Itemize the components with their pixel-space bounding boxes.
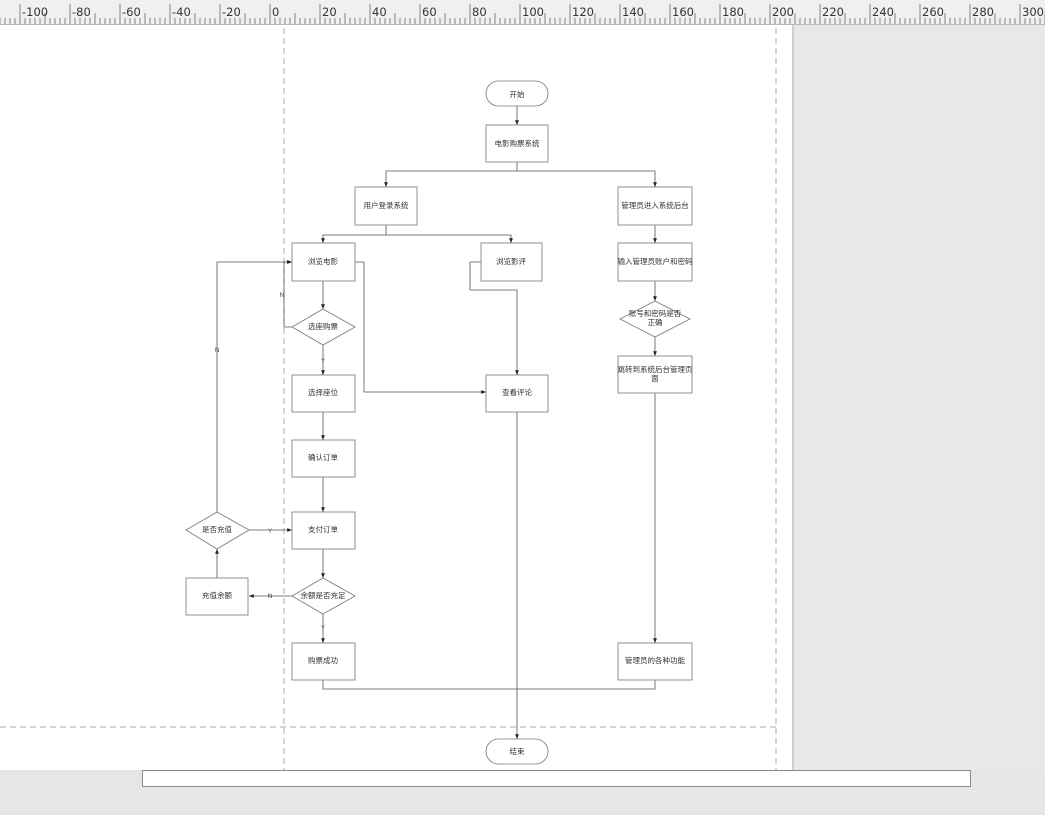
- node-pay-order[interactable]: 支付订单: [291, 511, 356, 550]
- node-label: 充值余额: [202, 590, 232, 600]
- edge-browse-comments: [355, 261, 486, 394]
- ruler-label: 240: [872, 5, 894, 19]
- ruler-label: 300: [1022, 5, 1044, 19]
- node-label: 管理员的各种功能: [625, 655, 685, 665]
- node-label-line-1: 账号和密码是否: [629, 308, 682, 318]
- node-label: 购票成功: [308, 655, 338, 665]
- ruler-label: 140: [622, 5, 644, 19]
- ruler-label: 280: [972, 5, 994, 19]
- node-label: 开始: [510, 89, 525, 99]
- node-label: 是否充值: [202, 524, 232, 534]
- ruler-label: 40: [372, 5, 387, 19]
- page-edge: [792, 25, 794, 770]
- node-label-line-1: 跳转到系统后台管理页: [618, 364, 693, 374]
- ruler-label: -80: [72, 5, 91, 19]
- node-label: 管理员进入系统后台: [621, 200, 689, 210]
- node-label-line-2: 正确: [648, 317, 663, 327]
- node-select-seat[interactable]: 选择座位: [291, 374, 356, 413]
- node-end[interactable]: 结束: [485, 738, 549, 765]
- ruler-label: 220: [822, 5, 844, 19]
- node-confirm-order[interactable]: 确认订单: [291, 439, 356, 478]
- node-label: 选择座位: [308, 387, 338, 397]
- edge-label-balance-no: N: [268, 592, 273, 600]
- node-label: 用户登录系统: [364, 200, 409, 210]
- node-balance-check[interactable]: 余额是否充足: [291, 577, 356, 615]
- node-recharge-question[interactable]: 是否充值: [185, 511, 250, 550]
- node-label: 查看评论: [502, 387, 532, 397]
- ruler-ticks: -100 -80 -60 -40 -20 0 20 40 60 80 100 120 140 160 180…: [0, 4, 1045, 24]
- node-label: 支付订单: [308, 524, 338, 534]
- node-account-check[interactable]: 账号和密码是否 正确: [619, 300, 691, 338]
- ruler-label: -100: [22, 5, 48, 19]
- node-label: 浏览电影: [308, 256, 338, 266]
- ruler-label: 120: [572, 5, 594, 19]
- node-label-line-2: 面: [651, 374, 659, 383]
- ruler-label: 80: [472, 5, 487, 19]
- ruler-label: -40: [172, 5, 191, 19]
- node-label: 电影购票系统: [495, 138, 540, 148]
- node-purchase-success[interactable]: 购票成功: [291, 642, 356, 681]
- edge-label-recharge-yes: Y: [267, 527, 272, 535]
- node-label: 确认订单: [308, 452, 338, 462]
- ruler-label: 20: [322, 5, 337, 19]
- ruler-label: 260: [922, 5, 944, 19]
- node-admin-input[interactable]: 输入管理员账户和密码: [618, 242, 693, 282]
- edge-label-recharge-no: N: [215, 346, 220, 354]
- ruler-label: 0: [272, 5, 279, 19]
- node-label: 结束: [510, 746, 525, 756]
- ruler-label: -60: [122, 5, 141, 19]
- horizontal-scrollbar[interactable]: [0, 770, 1045, 815]
- horizontal-ruler: -100 -80 -60 -40 -20 0 20 40 60 80 100 120 140 160 180…: [0, 0, 1045, 25]
- scrollbar-thumb[interactable]: [142, 770, 971, 787]
- node-start[interactable]: 开始: [485, 80, 549, 107]
- node-label: 选座购票: [308, 321, 338, 331]
- node-label: 浏览影评: [496, 256, 526, 266]
- ruler-label: -20: [222, 5, 241, 19]
- ruler-label: 180: [722, 5, 744, 19]
- node-recharge-balance[interactable]: 充值余额: [185, 577, 249, 616]
- edge-label-seat-no: N: [280, 291, 285, 299]
- flowchart[interactable]: N Y N Y N Y 开始 电影购票系统 用户登录系统 管理员进入系统后台 浏…: [0, 25, 792, 770]
- edge-functions-end: [517, 680, 656, 690]
- canvas-area[interactable]: N Y N Y N Y 开始 电影购票系统 用户登录系统 管理员进入系统后台 浏…: [0, 25, 1045, 770]
- edge-success-end: [322, 680, 517, 690]
- edge-user-browse: [321, 225, 387, 243]
- edge-system-admin: [517, 170, 657, 187]
- node-browse-movies[interactable]: 浏览电影: [291, 242, 356, 282]
- node-view-comments[interactable]: 查看评论: [485, 374, 549, 413]
- edge-label-seat-yes: Y: [320, 357, 325, 365]
- node-jump-backend[interactable]: 跳转到系统后台管理页 面: [618, 355, 693, 394]
- node-admin-functions[interactable]: 管理员的各种功能: [617, 642, 693, 681]
- edge-user-reviews: [386, 234, 513, 243]
- edge-rechargeq-no: [216, 260, 292, 512]
- edge-label-balance-yes: Y: [320, 624, 325, 632]
- node-admin-backend[interactable]: 管理员进入系统后台: [617, 186, 693, 226]
- ruler-label: 160: [672, 5, 694, 19]
- node-label: 余额是否充足: [301, 590, 346, 600]
- node-system[interactable]: 电影购票系统: [485, 124, 549, 163]
- ruler-label: 200: [772, 5, 794, 19]
- edge-system-user: [384, 162, 518, 187]
- connectors: [215, 106, 657, 739]
- node-select-seat-purchase[interactable]: 选座购票: [291, 308, 356, 346]
- node-user-login[interactable]: 用户登录系统: [354, 186, 418, 226]
- node-browse-reviews[interactable]: 浏览影评: [480, 242, 543, 282]
- edge-seatq-no: [283, 260, 292, 328]
- ruler-label: 100: [522, 5, 544, 19]
- ruler-label: 60: [422, 5, 437, 19]
- node-label: 输入管理员账户和密码: [618, 256, 693, 266]
